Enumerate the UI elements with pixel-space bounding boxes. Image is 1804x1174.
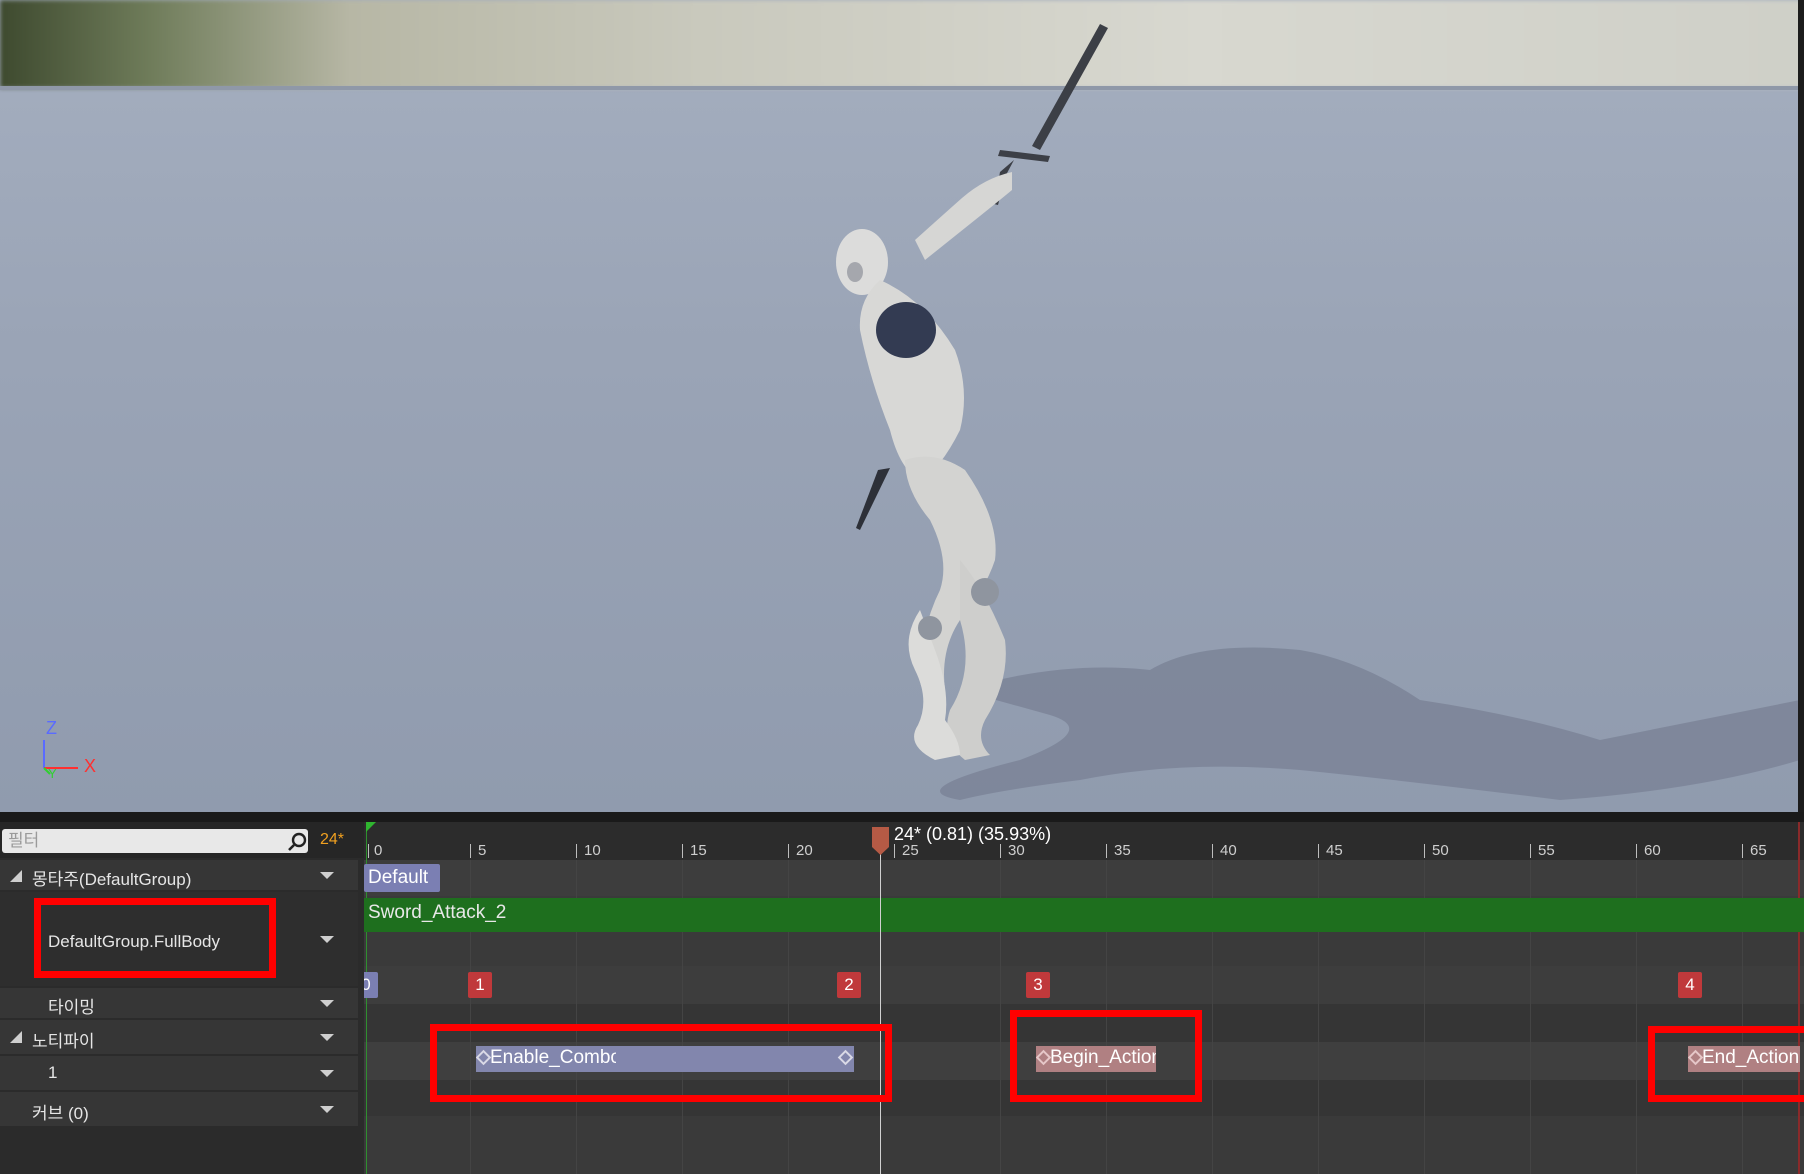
ruler-tick-label: 5 (478, 842, 487, 859)
track-curves-label: 커브 (0) (32, 1104, 89, 1123)
ruler-tick (788, 844, 789, 858)
chevron-down-icon[interactable] (320, 872, 334, 879)
ruler-tick-label: 10 (584, 842, 601, 859)
montage-section-default[interactable]: Default (364, 864, 440, 892)
chevron-down-icon[interactable] (320, 1106, 334, 1113)
ruler-tick-label: 60 (1644, 842, 1661, 859)
ruler-tick-label: 40 (1220, 842, 1237, 859)
ruler-tick-label: 20 (796, 842, 813, 859)
animation-segment[interactable]: Sword_Attack_2 (364, 898, 1804, 932)
end-marker-line (1798, 822, 1800, 1174)
track-timing[interactable]: 타이밍 (0, 988, 358, 1018)
playhead-line (880, 852, 881, 1174)
ruler-tick-label: 50 (1432, 842, 1449, 859)
track-timing-label: 타이밍 (48, 998, 95, 1017)
ruler-tick (1424, 844, 1425, 858)
search-icon[interactable] (286, 831, 308, 853)
track-notify-label: 노티파이 (32, 1032, 95, 1051)
ruler-tick (470, 844, 471, 858)
ruler-tick-label: 0 (374, 842, 383, 859)
notify-track-number: 1 (48, 1063, 58, 1082)
montage-track-panel: 필터 24* 몽타주(DefaultGroup) DefaultGroup.Fu… (0, 822, 364, 1174)
collapse-arrow-icon[interactable] (10, 1031, 22, 1043)
annotation-box-end-action (1648, 1026, 1804, 1102)
ruler-tick-label: 45 (1326, 842, 1343, 859)
section-lane (364, 860, 1804, 896)
chevron-down-icon[interactable] (320, 1000, 334, 1007)
ruler-tick (1212, 844, 1213, 858)
axis-gizmo: Z X Y (38, 718, 108, 782)
ruler-tick (1318, 844, 1319, 858)
ruler-tick (1636, 844, 1637, 858)
back-sword (856, 468, 890, 530)
ruler-tick (368, 844, 369, 858)
axis-z-label: Z (46, 718, 57, 738)
filter-input[interactable]: 필터 (2, 829, 308, 853)
character-scene (836, 24, 1800, 800)
montage-timeline[interactable]: 0 5 10 15 20 25 30 35 40 45 50 55 60 65 (364, 822, 1804, 1174)
ruler-tick (1742, 844, 1743, 858)
ruler-tick (894, 844, 895, 858)
timing-marker[interactable]: 4 (1678, 972, 1702, 998)
chevron-down-icon[interactable] (320, 936, 334, 943)
animation-viewport[interactable]: Z X Y (0, 0, 1804, 812)
playhead-handle[interactable] (872, 827, 889, 855)
time-ruler[interactable]: 0 5 10 15 20 25 30 35 40 45 50 55 60 65 (364, 822, 1804, 860)
ruler-tick (1530, 844, 1531, 858)
panel-divider[interactable] (0, 812, 1804, 822)
timing-marker[interactable]: 0 (364, 972, 378, 998)
ruler-tick-label: 55 (1538, 842, 1555, 859)
timing-marker[interactable]: 1 (468, 972, 492, 998)
ruler-tick (576, 844, 577, 858)
ruler-tick-label: 65 (1750, 842, 1767, 859)
axis-x-label: X (84, 756, 97, 776)
ruler-tick (1000, 844, 1001, 858)
ruler-tick (682, 844, 683, 858)
track-notify-1[interactable]: 1 (0, 1056, 358, 1090)
ruler-tick-label: 35 (1114, 842, 1131, 859)
timing-marker[interactable]: 2 (837, 972, 861, 998)
annotation-box-begin-action (1010, 1010, 1202, 1102)
ruler-tick-label: 15 (690, 842, 707, 859)
chevron-down-icon[interactable] (320, 1034, 334, 1041)
character-shadow (940, 647, 1800, 800)
sword (1032, 24, 1108, 150)
playhead-time-label: 24* (0.81) (35.93%) (894, 824, 1052, 844)
timing-marker[interactable]: 3 (1026, 972, 1050, 998)
annotation-box-slot (34, 898, 276, 978)
track-curves[interactable]: 커브 (0) (0, 1092, 358, 1126)
track-montage-label: 몽타주(DefaultGroup) (32, 870, 192, 889)
ruler-tick (1106, 844, 1107, 858)
filter-row: 필터 24* (0, 822, 364, 858)
collapse-arrow-icon[interactable] (10, 870, 22, 882)
viewport-border (1798, 0, 1804, 812)
current-frame-indicator: 24* (320, 831, 345, 848)
timing-lane (364, 966, 1804, 1004)
track-notify[interactable]: 노티파이 (0, 1020, 358, 1054)
start-marker (366, 822, 376, 832)
axis-y-label: Y (48, 766, 57, 781)
annotation-box-enable-combo (430, 1024, 892, 1102)
track-montage[interactable]: 몽타주(DefaultGroup) (0, 860, 358, 890)
chevron-down-icon[interactable] (320, 1070, 334, 1077)
